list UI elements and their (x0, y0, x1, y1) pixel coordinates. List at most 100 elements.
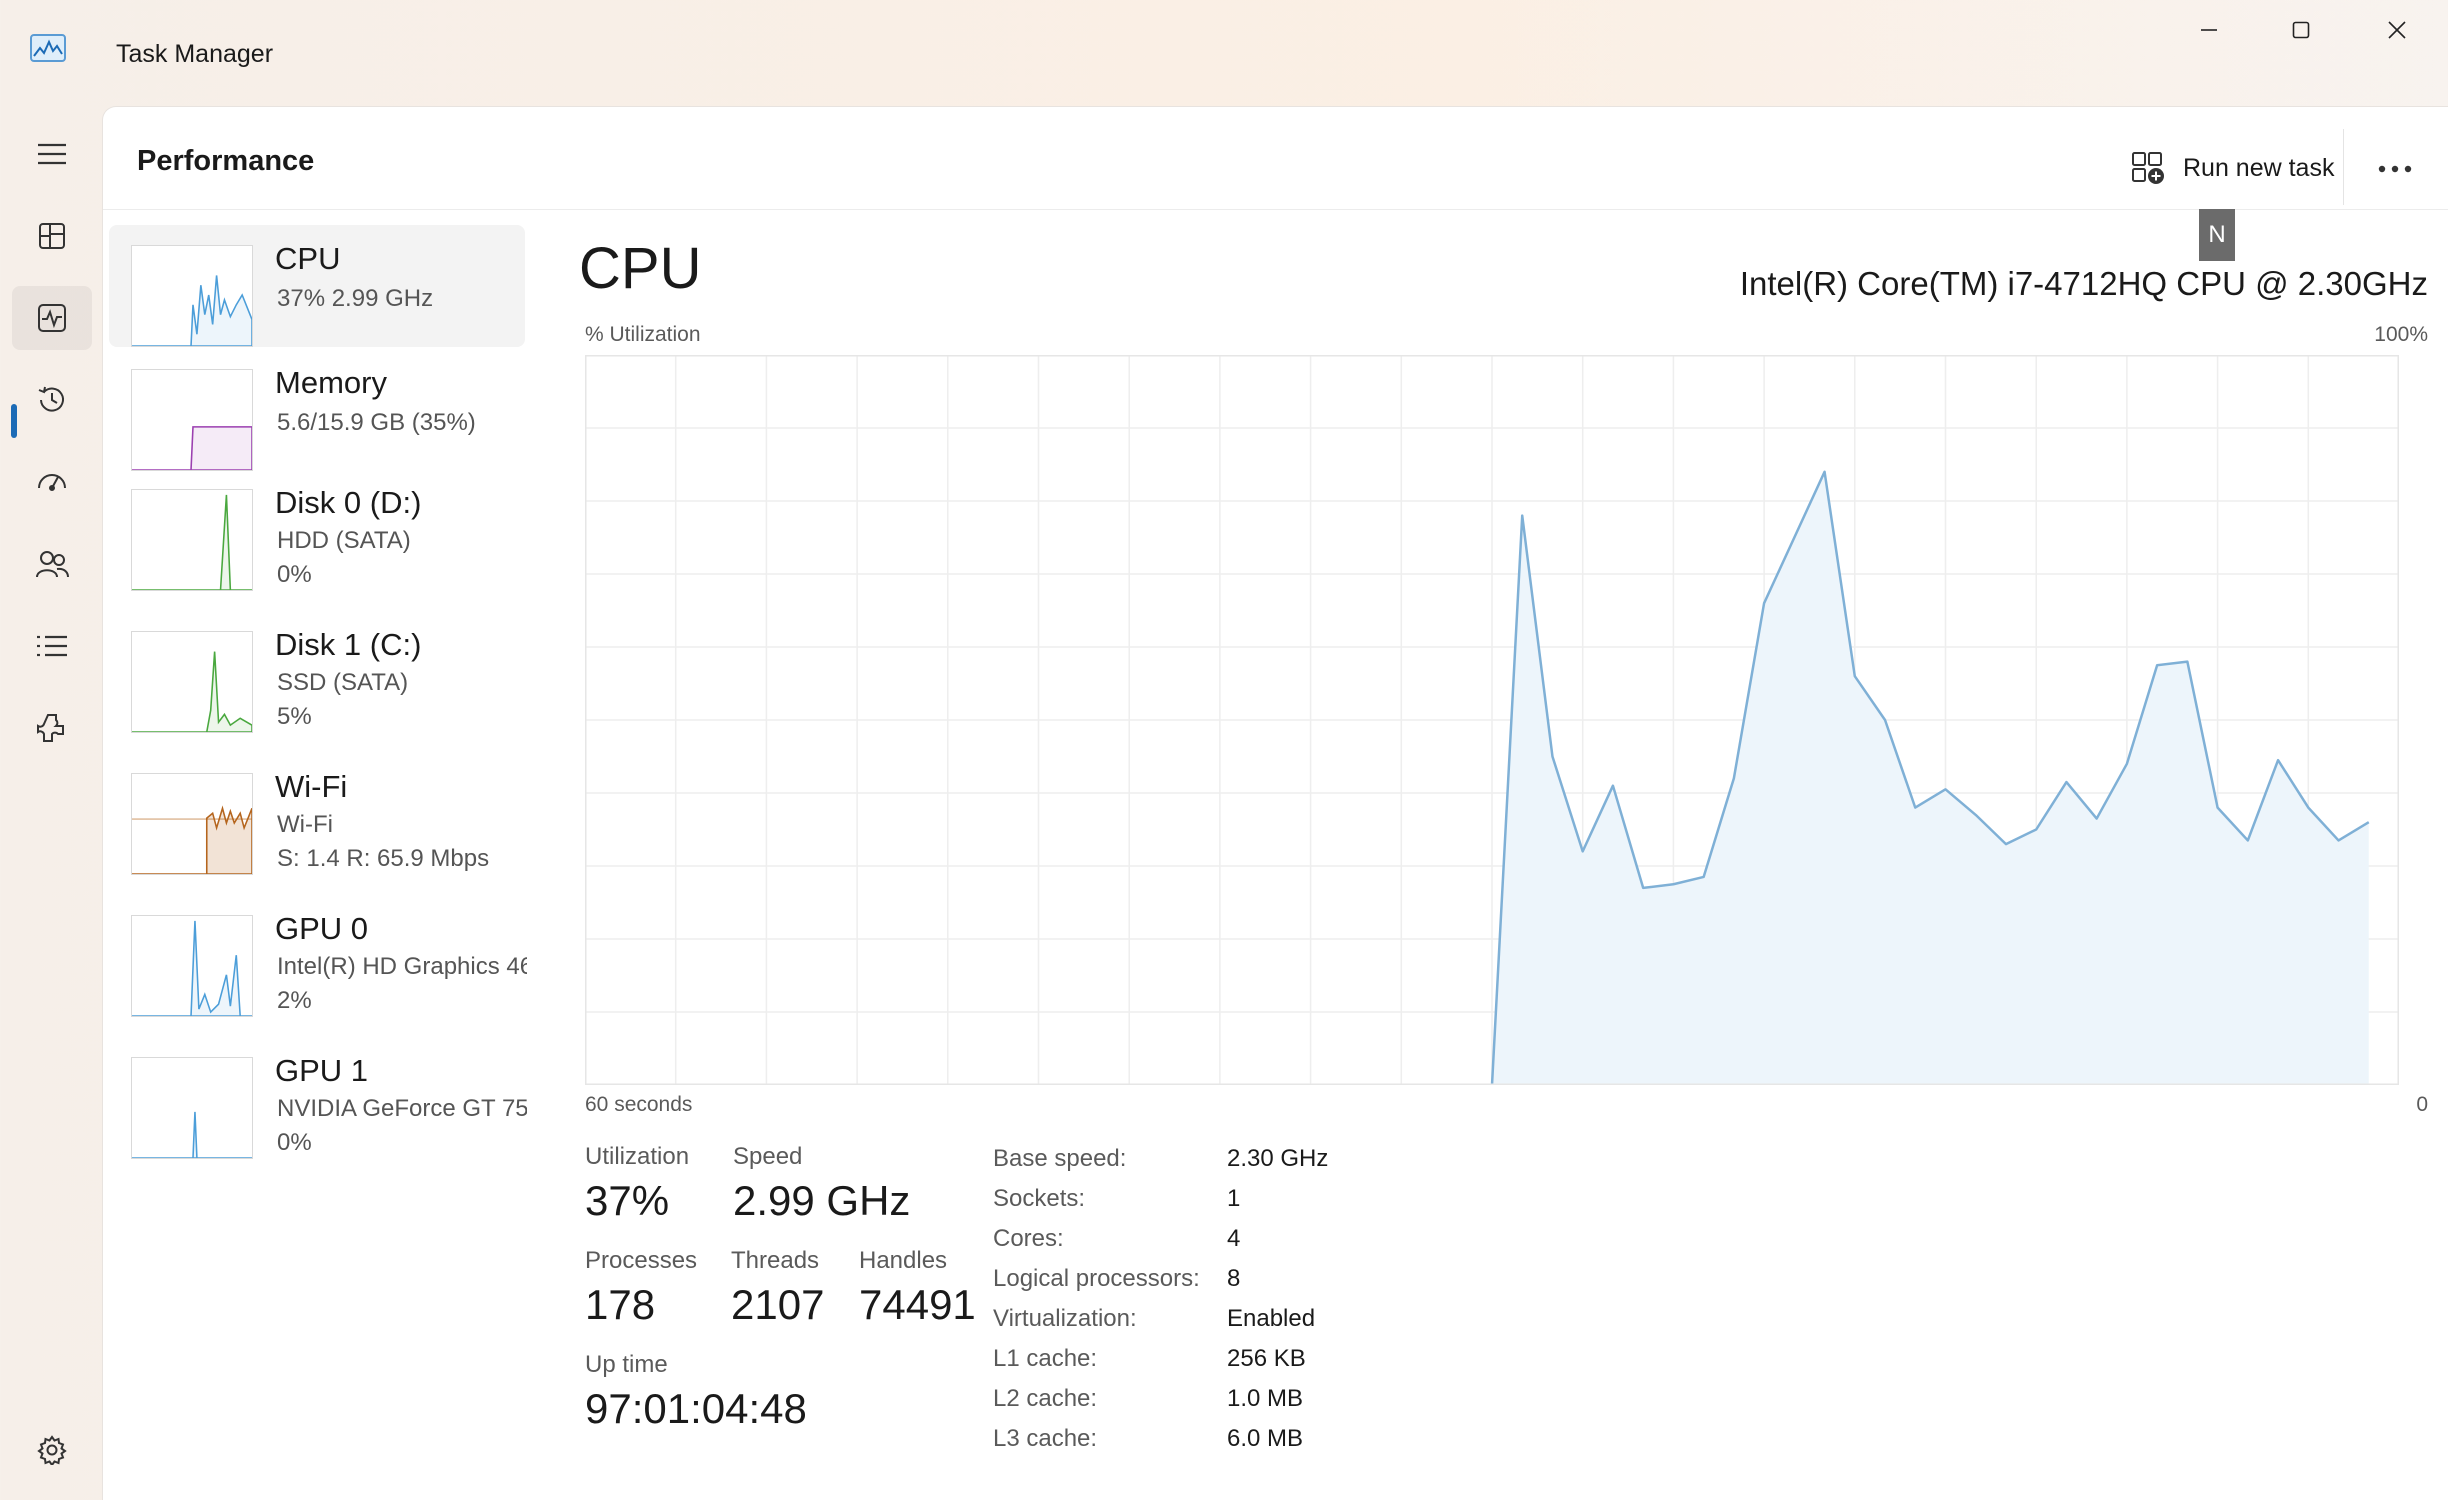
processes-value: 178 (585, 1281, 656, 1328)
cpu-model: Intel(R) Core(TM) i7-4712HQ CPU @ 2.30GH… (1739, 265, 2428, 302)
minimize-button[interactable] (2162, 0, 2256, 60)
speed-value: 2.99 GHz (733, 1177, 911, 1224)
minimize-icon (2201, 29, 2217, 31)
close-icon (2388, 21, 2406, 39)
spec-value: 256 KB (1227, 1345, 1306, 1372)
resource-sparkline (131, 1057, 253, 1159)
sparkline-graph (132, 494, 252, 590)
run-new-task-icon (2132, 152, 2164, 184)
nav-app-history[interactable] (12, 368, 92, 432)
resource-sparkline (131, 631, 253, 733)
resource-item-gpu-1[interactable]: GPU 1 NVIDIA GeForce GT 750M 0% (109, 1039, 527, 1179)
nav-processes[interactable] (12, 204, 92, 268)
threads-value: 2107 (731, 1281, 825, 1328)
resource-name: Memory (275, 365, 387, 400)
processes-icon (39, 223, 65, 249)
spec-label: Virtualization: (993, 1305, 1137, 1332)
resource-item-memory[interactable]: Memory 5.6/15.9 GB (35%) (109, 349, 525, 471)
startup-apps-icon (38, 474, 66, 491)
users-icon (36, 551, 69, 578)
resource-item-wifi[interactable]: Wi-Fi Wi-Fi S: 1.4 R: 65.9 Mbps (109, 755, 525, 895)
main-content: Performance Run new task N CPU 37% 2.99 G… (102, 106, 2448, 1500)
resource-detail: 37% 2.99 GHz (277, 285, 434, 312)
resource-name: Disk 1 (C:) (275, 627, 422, 662)
resource-item-disk-1[interactable]: Disk 1 (C:) SSD (SATA) 5% (109, 613, 525, 753)
processes-label: Processes (585, 1247, 698, 1274)
resource-detail: SSD (SATA) (277, 669, 409, 696)
resource-value: S: 1.4 R: 65.9 Mbps (277, 845, 490, 872)
settings-icon (37, 1435, 67, 1465)
spec-label: L1 cache: (993, 1345, 1098, 1372)
sparkline-graph (132, 920, 252, 1016)
y-axis-max-label: 100% (2374, 323, 2428, 346)
app-history-icon (38, 386, 64, 412)
uptime-value: 97:01:04:48 (585, 1385, 807, 1432)
command-separator (2343, 129, 2344, 205)
nav-users[interactable] (12, 532, 92, 596)
threads-label: Threads (731, 1247, 820, 1274)
x-axis-left-label: 60 seconds (585, 1093, 693, 1116)
nav-services[interactable] (12, 696, 92, 760)
sparkline-area (132, 494, 252, 590)
spec-value: 1.0 MB (1227, 1385, 1304, 1412)
spec-label: Cores: (993, 1225, 1064, 1252)
spec-label: Sockets: (993, 1185, 1086, 1212)
performance-icon (38, 304, 66, 332)
resource-value: 5% (277, 703, 312, 730)
nav-details[interactable] (12, 614, 92, 678)
y-axis-label: % Utilization (585, 323, 701, 346)
spec-value: 1 (1227, 1185, 1241, 1212)
header-divider (103, 209, 2448, 210)
sparkline-graph (132, 275, 252, 346)
resource-sparkline (131, 369, 253, 471)
spec-value: 8 (1227, 1265, 1241, 1292)
resource-sparkline (131, 489, 253, 591)
resource-item-disk-0[interactable]: Disk 0 (D:) HDD (SATA) 0% (109, 471, 525, 611)
resource-item-gpu-0[interactable]: GPU 0 Intel(R) HD Graphics 4600 2% (109, 897, 527, 1037)
sparkline-graph (132, 1111, 252, 1158)
keytip-badge: N (2199, 209, 2235, 261)
cpu-utilization-graph (585, 355, 2399, 1085)
sparkline-graph (132, 651, 252, 732)
spec-label: Logical processors: (993, 1265, 1200, 1292)
resource-value: 2% (277, 987, 312, 1014)
page-title: Performance (137, 145, 315, 177)
spec-value: 4 (1227, 1225, 1241, 1252)
close-button[interactable] (2350, 0, 2444, 60)
spec-label: Base speed: (993, 1145, 1127, 1172)
resource-value: 0% (277, 561, 312, 588)
sparkline-area (132, 426, 252, 470)
spec-value: 6.0 MB (1227, 1425, 1304, 1452)
sparkline-graph (132, 805, 252, 874)
resource-sparkline (131, 915, 253, 1017)
more-icon (2378, 165, 2412, 173)
handles-label: Handles (859, 1247, 948, 1274)
sparkline-area (132, 805, 252, 874)
speed-label: Speed (733, 1143, 803, 1170)
maximize-button[interactable] (2254, 0, 2348, 60)
resource-item-cpu[interactable]: CPU 37% 2.99 GHz (109, 225, 525, 347)
run-new-task-button[interactable]: Run new task (2119, 141, 2346, 195)
spec-value: 2.30 GHz (1227, 1145, 1329, 1172)
detail-title: CPU (579, 236, 702, 301)
resource-detail: HDD (SATA) (277, 527, 411, 554)
utilization-label: Utilization (585, 1143, 690, 1170)
resource-value: 0% (277, 1129, 312, 1156)
more-options-button[interactable] (2365, 147, 2425, 191)
navigation-rail (0, 104, 102, 1500)
utilization-value: 37% (585, 1177, 670, 1224)
sparkline-graph (132, 426, 252, 470)
resource-name: GPU 0 (275, 911, 369, 946)
nav-startup-apps[interactable] (12, 450, 92, 514)
services-icon (37, 714, 64, 742)
handles-value: 74491 (859, 1281, 976, 1328)
hamburger-icon (38, 143, 66, 165)
window-title: Task Manager (116, 40, 274, 68)
resource-sparkline (131, 245, 253, 347)
resource-sparkline (131, 773, 253, 875)
nav-settings[interactable] (12, 1418, 92, 1482)
hamburger-button[interactable] (12, 122, 92, 186)
resource-detail: 5.6/15.9 GB (35%) (277, 409, 476, 436)
nav-performance[interactable] (12, 286, 92, 350)
resource-name: GPU 1 (275, 1053, 369, 1088)
